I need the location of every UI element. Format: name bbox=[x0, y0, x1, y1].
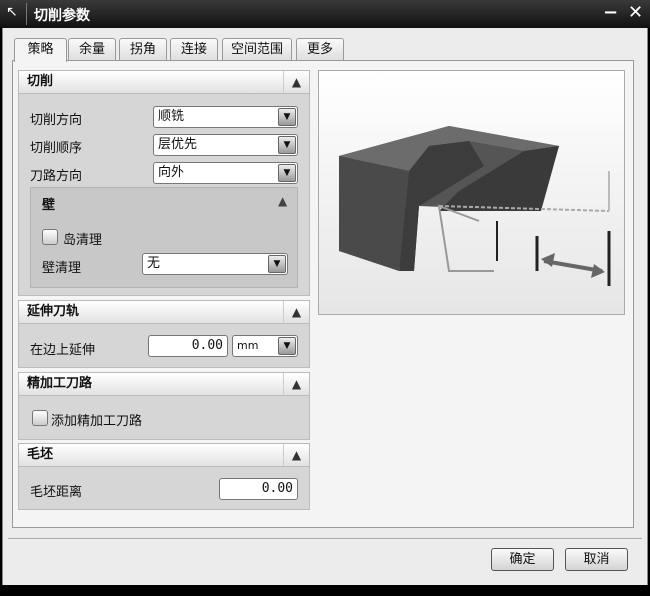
cut-order-dropdown[interactable]: 层优先 ▼ bbox=[153, 134, 298, 156]
ok-button[interactable]: 确定 bbox=[491, 548, 554, 571]
chevron-up-icon[interactable]: ▲ bbox=[283, 301, 309, 323]
chevron-down-icon: ▼ bbox=[268, 255, 286, 273]
chevron-up-icon[interactable]: ▲ bbox=[283, 444, 309, 466]
extend-section-header[interactable]: 延伸刀轨 ▲ bbox=[18, 300, 310, 324]
chevron-down-icon: ▼ bbox=[278, 164, 296, 182]
tab-more[interactable]: 更多 bbox=[296, 38, 344, 61]
finish-section-header[interactable]: 精加工刀路 ▲ bbox=[18, 372, 310, 396]
tab-connect[interactable]: 连接 bbox=[170, 38, 218, 61]
chevron-up-icon[interactable]: ▲ bbox=[283, 373, 309, 395]
blank-distance-input[interactable]: 0.00 bbox=[219, 478, 298, 500]
path-direction-dropdown[interactable]: 向外 ▼ bbox=[153, 162, 298, 184]
tab-containment[interactable]: 空间范围 bbox=[222, 38, 292, 61]
minimize-button[interactable]: − bbox=[603, 2, 618, 23]
section-title: 切削 bbox=[27, 74, 54, 89]
dropdown-value: mm bbox=[237, 339, 259, 352]
tab-strategy[interactable]: 策略 bbox=[14, 38, 67, 62]
add-finish-checkbox[interactable] bbox=[32, 410, 48, 426]
dropdown-value: 无 bbox=[147, 256, 161, 271]
wall-clean-label: 壁清理 bbox=[42, 261, 82, 276]
cancel-button[interactable]: 取消 bbox=[565, 548, 628, 571]
arrow-icon: ↖ bbox=[6, 4, 18, 20]
tab-corner[interactable]: 拐角 bbox=[119, 38, 167, 61]
chevron-down-icon: ▼ bbox=[278, 136, 296, 154]
divider bbox=[8, 538, 642, 539]
window-title: 切削参数 bbox=[34, 8, 90, 24]
cut-section-header[interactable]: 切削 ▲ bbox=[18, 70, 310, 94]
blank-distance-label: 毛坯距离 bbox=[30, 485, 83, 500]
island-clean-checkbox[interactable] bbox=[42, 229, 58, 245]
chevron-up-icon[interactable]: ▲ bbox=[278, 194, 287, 208]
preview-image bbox=[318, 70, 625, 315]
close-button[interactable]: ✕ bbox=[628, 2, 643, 23]
dropdown-value: 层优先 bbox=[158, 137, 198, 152]
wall-header: 壁 bbox=[42, 198, 56, 213]
chevron-up-icon[interactable]: ▲ bbox=[283, 71, 309, 93]
cut-direction-dropdown[interactable]: 顺铣 ▼ bbox=[153, 106, 298, 128]
section-title: 精加工刀路 bbox=[27, 376, 93, 391]
dropdown-value: 顺铣 bbox=[158, 109, 185, 124]
cut-order-label: 切削顺序 bbox=[30, 141, 83, 156]
chevron-down-icon: ▼ bbox=[278, 337, 296, 355]
edge-extend-label: 在边上延伸 bbox=[30, 343, 96, 358]
section-title: 毛坯 bbox=[27, 447, 54, 462]
wall-clean-dropdown[interactable]: 无 ▼ bbox=[142, 253, 288, 275]
unit-dropdown[interactable]: mm ▼ bbox=[232, 335, 298, 357]
part-illustration bbox=[339, 126, 611, 286]
tab-stock[interactable]: 余量 bbox=[68, 38, 116, 61]
chevron-down-icon: ▼ bbox=[278, 108, 296, 126]
section-title: 延伸刀轨 bbox=[27, 304, 80, 319]
add-finish-label: 添加精加工刀路 bbox=[51, 414, 143, 429]
title-bar: ↖ 切削参数 − ✕ bbox=[0, 0, 650, 28]
path-direction-label: 刀路方向 bbox=[30, 169, 83, 184]
dropdown-value: 向外 bbox=[158, 165, 185, 180]
edge-extend-input[interactable]: 0.00 bbox=[148, 335, 228, 357]
blank-section-header[interactable]: 毛坯 ▲ bbox=[18, 443, 310, 467]
cut-direction-label: 切削方向 bbox=[30, 113, 83, 128]
island-clean-label: 岛清理 bbox=[63, 233, 103, 248]
